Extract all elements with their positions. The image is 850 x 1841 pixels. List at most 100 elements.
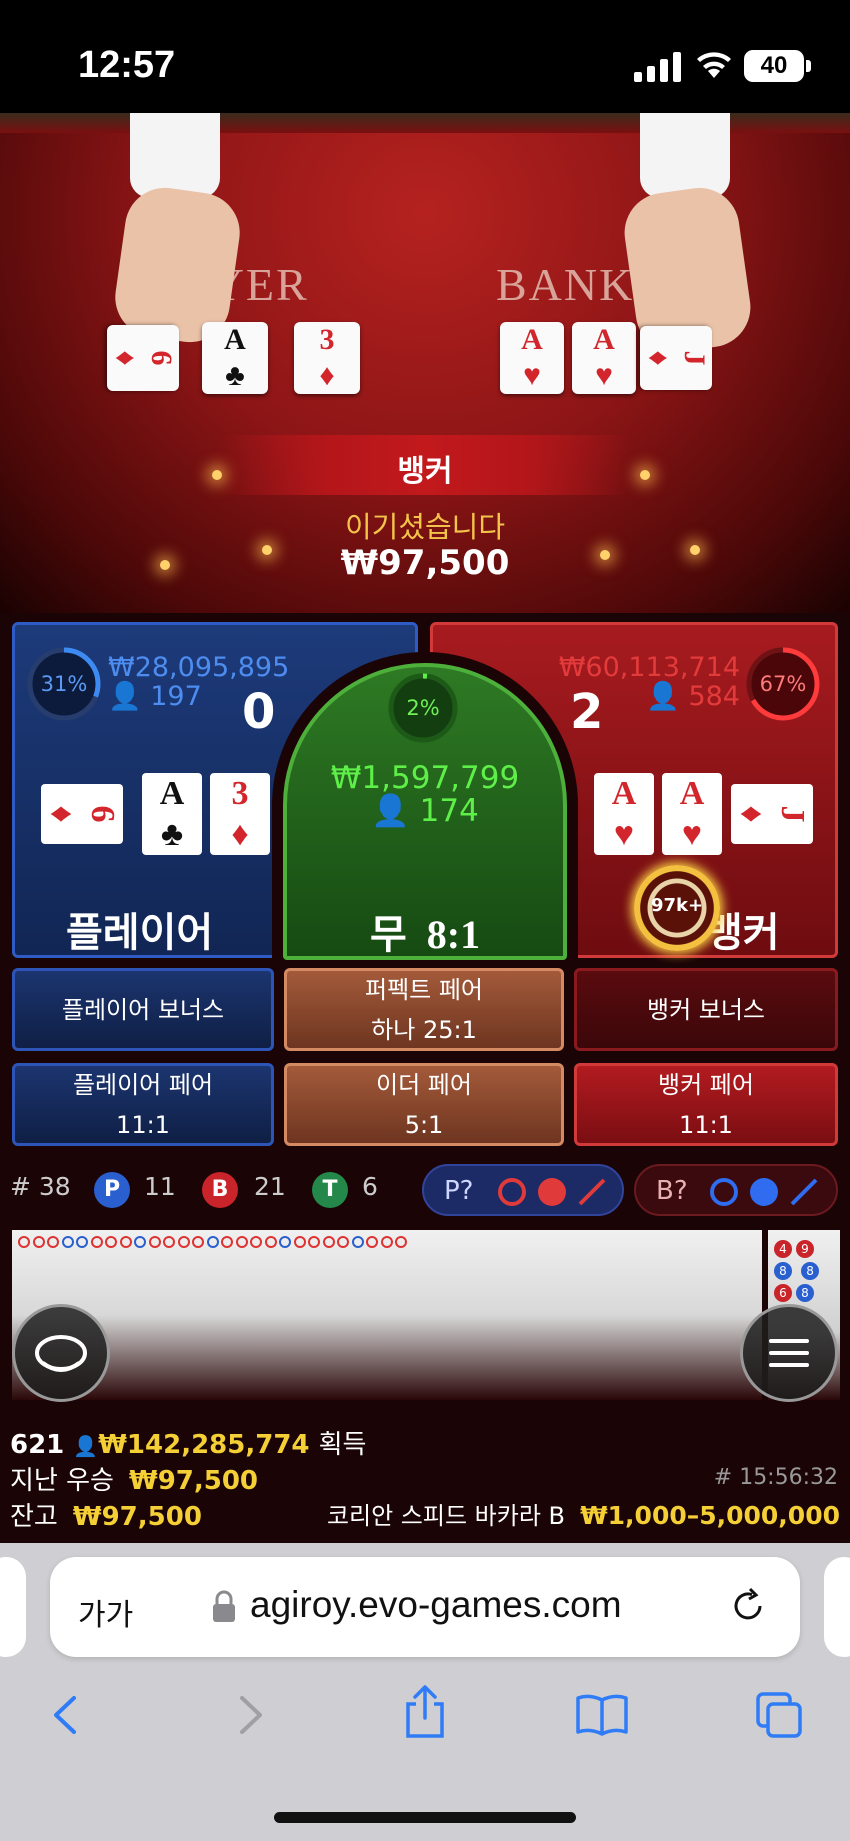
prev-tab-peek[interactable] — [0, 1557, 26, 1657]
banker-total-bet: ₩60,113,714 — [558, 652, 740, 683]
table-player-card: 3 ♦ — [294, 322, 360, 394]
won-label: 획득 — [318, 1430, 367, 1460]
road-mark — [337, 1236, 349, 1248]
road-mark — [134, 1236, 146, 1248]
menu-button[interactable] — [740, 1304, 838, 1402]
road-mark — [105, 1236, 117, 1248]
banker-pair-button[interactable]: 뱅커 페어 11:1 — [574, 1063, 838, 1146]
reload-icon[interactable] — [728, 1586, 768, 1626]
tie-percent: 2% — [406, 696, 440, 720]
chat-button[interactable] — [12, 1304, 110, 1402]
balance-row: 잔고 ₩97,500 — [10, 1496, 202, 1533]
table-player-card: A ♣ — [202, 322, 268, 394]
player-predict-button[interactable]: P? — [422, 1164, 624, 1216]
table-player-card: 6 ♦ — [107, 325, 179, 391]
either-pair-payout: 5:1 — [404, 1110, 444, 1139]
bookmarks-icon[interactable] — [574, 1690, 630, 1740]
player-zone-card-suit: ♦ — [43, 805, 80, 823]
tie-wins-count: 6 — [362, 1172, 378, 1201]
player-bettors-row: 👤 197 — [108, 680, 202, 712]
winners-count: 621 — [10, 1430, 65, 1460]
person-icon: 👤 — [371, 793, 410, 829]
person-icon: 👤 — [73, 1434, 99, 1458]
banker-predict-button[interactable]: B? — [634, 1164, 838, 1216]
back-icon[interactable] — [42, 1690, 92, 1740]
banker-score: 2 — [570, 684, 604, 740]
tie-payout: 8:1 — [426, 912, 481, 957]
tie-bettors-row: 👤 174 — [300, 792, 550, 829]
road-mark — [221, 1236, 233, 1248]
road-mark — [380, 1236, 393, 1248]
last-win-label: 지난 우승 — [10, 1466, 114, 1496]
road-mark — [148, 1236, 161, 1248]
next-tab-peek[interactable] — [824, 1557, 850, 1657]
table-banker-card-suit: ♥ — [523, 359, 541, 392]
bead-road-scoreboard[interactable] — [12, 1230, 762, 1400]
player-bonus-button[interactable]: 플레이어 보너스 — [12, 968, 274, 1051]
forward-icon[interactable] — [224, 1690, 274, 1740]
share-icon[interactable] — [400, 1684, 450, 1740]
win-amount: ₩97,500 — [340, 543, 510, 583]
cellular-signal-icon — [634, 52, 681, 82]
road-mark — [61, 1236, 74, 1248]
table-banker-card: J ♦ — [640, 326, 712, 390]
player-predict-road-icons — [498, 1178, 606, 1206]
banker-zone-card-rank: A — [679, 775, 705, 812]
table-player-card-rank: 3 — [319, 323, 335, 356]
winners-summary: 621 👤₩142,285,774 획득 — [10, 1424, 366, 1461]
winner-title: 뱅커 — [397, 454, 453, 489]
either-pair-button[interactable]: 이더 페어 5:1 — [284, 1063, 564, 1146]
player-pair-button[interactable]: 플레이어 페어 11:1 — [12, 1063, 274, 1146]
banker-zone-card: J ♦ — [731, 784, 813, 844]
road-mark — [90, 1236, 103, 1248]
dealer-right-sleeve — [640, 113, 730, 198]
table-player-card-suit: ♦ — [319, 359, 335, 392]
battery-tip — [806, 60, 811, 72]
player-wins-count: 11 — [144, 1172, 176, 1201]
road-mark — [293, 1236, 306, 1248]
tie-wins-badge: T — [312, 1172, 348, 1208]
battery-level: 40 — [744, 50, 804, 82]
player-zone-card-rank: A — [159, 775, 185, 812]
balance-amount: ₩97,500 — [72, 1502, 202, 1532]
player-percent: 31% — [40, 672, 88, 696]
dealer-left-sleeve — [130, 113, 220, 198]
road-mark — [47, 1236, 59, 1248]
banker-pair-payout: 11:1 — [679, 1110, 733, 1139]
perfect-pair-label: 퍼펙트 페어 — [364, 975, 484, 1004]
banker-zone-card-suit: ♥ — [613, 816, 635, 853]
road-mark — [279, 1236, 291, 1248]
tabs-icon[interactable] — [754, 1690, 804, 1740]
win-message: 이기셨습니다 — [344, 510, 506, 544]
road-mark — [32, 1236, 45, 1248]
banker-zone-card: A ♥ — [662, 773, 722, 855]
table-banker-card: A ♥ — [572, 322, 636, 394]
road-mark — [322, 1236, 335, 1248]
reader-settings-button[interactable]: 가가 — [78, 1590, 133, 1634]
tie-zone-label: 무 8:1 — [370, 902, 480, 960]
round-time: # 15:56:32 — [713, 1465, 838, 1490]
banker-bonus-button[interactable]: 뱅커 보너스 — [574, 968, 838, 1051]
tie-total-bet: ₩1,597,799 — [330, 760, 520, 796]
player-zone-card: 6 ♦ — [41, 784, 123, 844]
road-mark — [366, 1236, 378, 1248]
banker-pair-label: 뱅커 페어 — [658, 1070, 754, 1099]
table-info-row: 코리안 스피드 바카라 B ₩1,000–5,000,000 — [300, 1496, 840, 1531]
lock-icon — [213, 1590, 235, 1622]
player-zone-card-rank: 3 — [231, 775, 249, 812]
player-pair-payout: 11:1 — [116, 1110, 170, 1139]
player-zone-card-rank: 6 — [84, 805, 121, 823]
table-player-card-rank: A — [224, 323, 246, 356]
url-text[interactable]: agiroy.evo-games.com — [250, 1584, 622, 1626]
player-pair-label: 플레이어 페어 — [72, 1070, 214, 1099]
banker-predict-label: B? — [656, 1176, 688, 1206]
road-mark — [177, 1236, 190, 1248]
table-banker-card-suit: ♥ — [595, 359, 613, 392]
perfect-pair-button[interactable]: 퍼펙트 페어 하나 25:1 — [284, 968, 564, 1051]
table-banker-card-rank: J — [678, 350, 711, 366]
table-player-card-suit: ♣ — [225, 359, 245, 392]
bet-limits: ₩1,000–5,000,000 — [580, 1501, 840, 1530]
road-mark — [308, 1236, 320, 1248]
road-mark — [163, 1236, 175, 1248]
banker-zone-card-suit: ♦ — [733, 805, 770, 823]
